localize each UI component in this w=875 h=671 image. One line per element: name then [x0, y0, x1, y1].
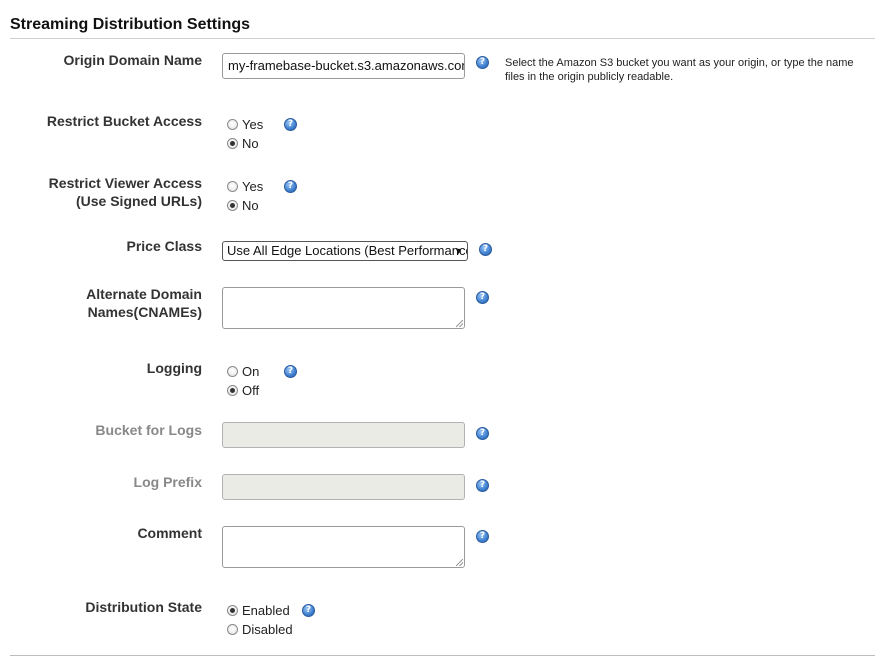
radio-label: No [242, 197, 259, 213]
state-disabled-radio[interactable]: Disabled [227, 621, 293, 637]
help-icon[interactable]: ? [302, 604, 315, 617]
radio-button-selected-icon [227, 137, 238, 149]
comment-label: Comment [137, 525, 202, 541]
restrict-viewer-label: Restrict Viewer Access (Use Signed URLs) [2, 174, 202, 210]
radio-label: Disabled [242, 621, 293, 637]
radio-button-icon [227, 180, 238, 192]
radio-label: On [242, 363, 260, 379]
log-prefix-label: Log Prefix [133, 474, 202, 490]
radio-button-icon [227, 118, 238, 130]
radio-button-selected-icon [227, 384, 238, 396]
restrict-viewer-yes-radio[interactable]: Yes [227, 178, 263, 194]
resize-grip-icon[interactable] [456, 320, 463, 327]
cnames-label: Alternate Domain Names(CNAMEs) [2, 285, 202, 321]
section-title: Streaming Distribution Settings [10, 16, 251, 33]
cnames-textarea[interactable] [222, 287, 465, 329]
label-line: Restrict Viewer Access [48, 175, 202, 191]
radio-label: Yes [242, 178, 264, 194]
help-icon[interactable]: ? [476, 427, 489, 440]
price-class-label: Price Class [126, 238, 203, 254]
hint-line: Select the Amazon S3 bucket you want as … [505, 57, 854, 69]
price-class-select[interactable]: Use All Edge Locations (Best Performance… [222, 241, 468, 261]
origin-domain-label: Origin Domain Name [63, 52, 202, 68]
logging-label: Logging [146, 360, 202, 376]
origin-domain-hint: Select the Amazon S3 bucket you want as … [505, 56, 875, 84]
help-icon[interactable]: ? [476, 291, 489, 304]
radio-label: Yes [242, 116, 264, 132]
restrict-bucket-label: Restrict Bucket Access [46, 113, 202, 129]
restrict-viewer-no-radio[interactable]: No [227, 197, 259, 213]
origin-domain-input[interactable]: my-framebase-bucket.s3.amazonaws.com [222, 53, 465, 79]
log-bucket-input [222, 422, 465, 448]
help-icon[interactable]: ? [476, 530, 489, 543]
restrict-bucket-yes-radio[interactable]: Yes [227, 116, 263, 132]
log-bucket-label: Bucket for Logs [95, 422, 202, 438]
radio-label: Off [242, 382, 260, 398]
help-icon[interactable]: ? [284, 180, 297, 193]
restrict-bucket-no-radio[interactable]: No [227, 135, 259, 151]
radio-button-selected-icon [227, 604, 238, 616]
radio-button-icon [227, 365, 238, 377]
hint-line: files in the origin publicly readable. [505, 71, 674, 83]
resize-grip-icon[interactable] [456, 559, 463, 566]
help-icon[interactable]: ? [479, 243, 492, 256]
radio-label: No [242, 135, 259, 151]
title-divider [10, 38, 875, 39]
radio-button-icon [227, 623, 238, 635]
label-line: Alternate Domain [86, 286, 202, 302]
label-line: Names(CNAMEs) [87, 304, 202, 320]
help-icon[interactable]: ? [284, 365, 297, 378]
radio-label: Enabled [242, 602, 290, 618]
comment-textarea[interactable] [222, 526, 465, 568]
log-prefix-input [222, 474, 465, 500]
dropdown-arrow-icon: ▼ [454, 246, 463, 256]
logging-on-radio[interactable]: On [227, 363, 259, 379]
state-enabled-radio[interactable]: Enabled [227, 602, 290, 618]
radio-button-selected-icon [227, 199, 238, 211]
price-class-value: Use All Edge Locations (Best Performance… [227, 243, 468, 258]
label-line: (Use Signed URLs) [75, 193, 202, 209]
help-icon[interactable]: ? [476, 56, 489, 69]
logging-off-radio[interactable]: Off [227, 382, 259, 398]
distribution-state-label: Distribution State [85, 599, 202, 615]
help-icon[interactable]: ? [476, 479, 489, 492]
help-icon[interactable]: ? [284, 118, 297, 131]
bottom-divider [10, 655, 875, 656]
